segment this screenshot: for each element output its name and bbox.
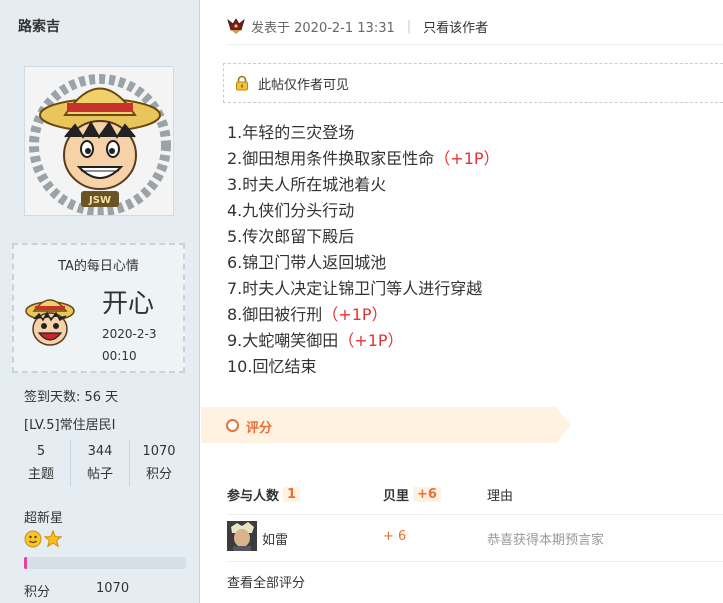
rater-reason: 恭喜获得本期预言家 (487, 533, 605, 548)
content-line: 4.九侠们分头行动 (227, 198, 500, 224)
content-line-text: 9.大蛇嘲笑御田 (227, 331, 339, 350)
mood-date-day: 2020-2-3 (102, 327, 157, 341)
rater-score: + 6 (383, 529, 407, 544)
content-line: 2.御田想用条件换取家臣性命（+1P） (227, 146, 500, 172)
stat-threads[interactable]: 5 主题 (12, 440, 71, 486)
stat-threads-label: 主题 (27, 467, 54, 482)
content-line: 1.年轻的三灾登场 (227, 120, 500, 146)
rating-header: 参与人数 1 贝里 +6 理由 (227, 485, 723, 505)
shell-header: 贝里 +6 (383, 485, 441, 504)
mood-title: TA的每日心情 (58, 259, 139, 274)
user-rank: 超新星 (24, 511, 64, 526)
medals (24, 529, 63, 548)
level-progress-fill (24, 557, 28, 569)
mood-date: 2020-2-3 00:10 (102, 323, 182, 367)
rating-divider (227, 514, 723, 515)
mood-date-time: 00:10 (102, 349, 137, 363)
stat-posts[interactable]: 344 帖子 (71, 440, 130, 486)
content-line: 5.传次郎留下殿后 (227, 224, 500, 250)
rating-title: 评分 (246, 421, 273, 436)
notice-text: 此帖仅作者可见 (258, 77, 350, 93)
rater-avatar[interactable] (227, 521, 257, 551)
shell-label: 贝里 (383, 489, 410, 504)
post-time: 发表于 2020-2-1 13:31 (251, 20, 395, 36)
credits-value: 1070 (96, 581, 130, 596)
content-line: 9.大蛇嘲笑御田（+1P） (227, 328, 500, 354)
participants-header: 参与人数 1 (227, 485, 301, 504)
content-line-text: 7.时夫人决定让锦卫门等人进行穿越 (227, 279, 483, 298)
stat-credits-label: 积分 (145, 467, 172, 482)
content-line: 3.时夫人所在城池着火 (227, 172, 500, 198)
content-line-text: 6.锦卫门带人返回城池 (227, 253, 387, 272)
post-main: 发表于 2020-2-1 13:31 | 只看该作者 此帖仅作者可见 1.年轻的… (201, 0, 723, 603)
content-line-text: 2.御田想用条件换取家臣性命 (227, 149, 435, 168)
reason-header: 理由 (487, 489, 514, 504)
sign-in-days: 签到天数: 56 天 (24, 390, 119, 405)
content-line-text: 5.传次郎留下殿后 (227, 227, 355, 246)
content-line-text: 3.时夫人所在城池着火 (227, 175, 387, 194)
content-line: 7.时夫人决定让锦卫门等人进行穿越 (227, 276, 500, 302)
post-status-icon (227, 18, 245, 34)
star-medal-icon[interactable] (43, 529, 63, 548)
level-progress-bar (24, 557, 186, 569)
content-line-text: 8.御田被行刑 (227, 305, 323, 324)
content-line-tag: （+1P） (434, 149, 500, 168)
rating-row: 如雷 + 6 恭喜获得本期预言家 (227, 521, 723, 553)
svg-text:JSW: JSW (88, 195, 111, 206)
content-line: 8.御田被行刑（+1P） (227, 302, 500, 328)
smiley-medal-icon[interactable] (24, 530, 42, 548)
rating-banner: 评分 (201, 407, 571, 443)
rating-divider-bottom (227, 561, 723, 562)
rater-name[interactable]: 如雷 (262, 529, 288, 548)
stat-posts-value: 344 (87, 444, 113, 459)
post-content: 1.年轻的三灾登场 2.御田想用条件换取家臣性命（+1P） 3.时夫人所在城池着… (227, 120, 500, 380)
rating-circle-icon (226, 419, 239, 432)
user-stats: 5 主题 344 帖子 1070 积分 (12, 440, 188, 486)
username[interactable]: 路索吉 (18, 16, 60, 36)
header-separator: | (406, 18, 412, 34)
content-line-tag: （+1P） (322, 305, 388, 324)
mood-word: 开心 (102, 289, 155, 319)
content-line: 6.锦卫门带人返回城池 (227, 250, 500, 276)
stat-credits-value: 1070 (142, 444, 176, 459)
content-line-text: 10.回忆结束 (227, 357, 317, 376)
daily-mood-box: TA的每日心情 开心 2020-2-3 00:10 (12, 243, 185, 373)
content-line-tag: （+1P） (338, 331, 404, 350)
stat-threads-value: 5 (36, 444, 46, 459)
content-line-text: 4.九侠们分头行动 (227, 201, 355, 220)
user-level[interactable]: [LV.5]常住居民I (24, 414, 115, 433)
avatar[interactable]: JSW (24, 66, 174, 216)
stat-posts-label: 帖子 (86, 467, 113, 482)
participants-count: 1 (283, 487, 301, 502)
author-only-notice: 此帖仅作者可见 (223, 63, 723, 103)
content-line-text: 1.年轻的三灾登场 (227, 123, 355, 142)
header-divider (227, 44, 723, 45)
view-author-only-link[interactable]: 只看该作者 (423, 17, 488, 36)
view-all-ratings-link[interactable]: 查看全部评分 (227, 572, 305, 591)
shell-total: +6 (413, 487, 441, 502)
mood-face-icon (22, 293, 78, 349)
content-line: 10.回忆结束 (227, 354, 500, 380)
lock-icon (234, 75, 250, 91)
participants-label: 参与人数 (227, 489, 280, 504)
stat-credits[interactable]: 1070 积分 (130, 440, 188, 486)
post-header: 发表于 2020-2-1 13:31 | 只看该作者 (227, 16, 488, 36)
user-sidebar: 路索吉 JSW TA的每日心情 开心 2020-2-3 00:10 签到天数: … (0, 0, 200, 603)
credits-label: 积分 (24, 585, 51, 600)
